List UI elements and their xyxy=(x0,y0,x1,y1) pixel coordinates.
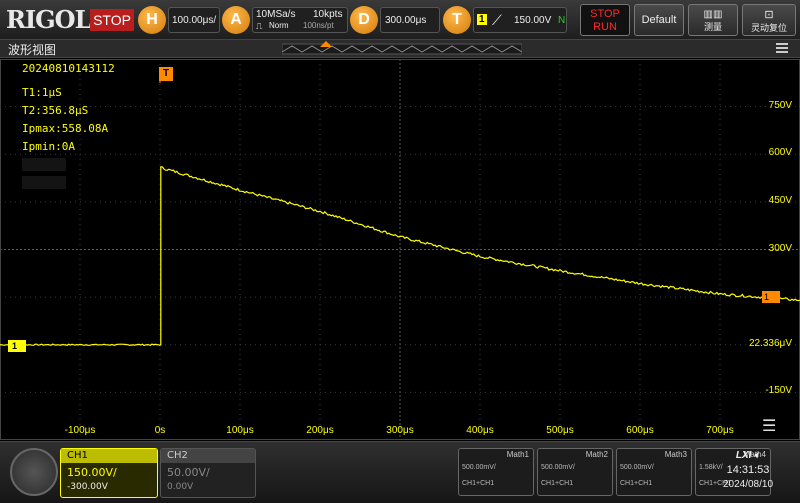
lxi-label: LXI xyxy=(735,450,752,461)
y-axis-label: 600V xyxy=(768,147,792,159)
annotation-timestamp: 20240810143112 xyxy=(22,62,115,75)
ch1-label: CH1 xyxy=(61,449,157,463)
x-axis-label: 600μs xyxy=(626,425,654,436)
x-axis-label: 300μs xyxy=(386,425,414,436)
rigol-logo: RIGOL xyxy=(6,5,91,34)
pulse-icon: ⎍ xyxy=(256,21,263,31)
clock-date: 2024/08/10 xyxy=(722,479,774,490)
x-axis-label: 200μs xyxy=(306,425,334,436)
autoset-button[interactable]: ⊡ 灵动复位 xyxy=(742,4,796,36)
math-scale: 500.00mV/ xyxy=(462,464,496,471)
trigger-key-button[interactable]: T xyxy=(443,6,471,34)
measure-button[interactable]: ▥▥ 测量 xyxy=(688,4,738,36)
navigation-gear-icon[interactable] xyxy=(10,448,58,496)
math-source: CH1+CH1 xyxy=(620,480,653,487)
ch2-settings-box[interactable]: CH2 50.00V/ 0.00V xyxy=(160,448,256,498)
x-axis-label: -100μs xyxy=(64,425,96,436)
ch1-offset: -300.00V xyxy=(67,482,108,492)
delay-value: 300.00μs xyxy=(385,15,427,26)
x-axis-label: 0s xyxy=(154,425,166,436)
math3-box[interactable]: Math3 500.00mV/CH1+CH1 xyxy=(616,448,692,496)
run-stop-line2: RUN xyxy=(593,21,617,33)
speaker-icon[interactable]: 🔈︎ xyxy=(754,450,760,461)
waveform-display[interactable]: 20240810143112 T1:1μS T2:356.8μS Ipmax:5… xyxy=(0,59,800,440)
y-axis-label: 450V xyxy=(768,194,792,206)
run-stop-button[interactable]: STOP RUN xyxy=(580,4,630,36)
measure-label: 测量 xyxy=(703,22,722,32)
annotation-blank-2 xyxy=(22,176,66,189)
clock-time: 14:31:53 xyxy=(726,464,770,476)
rising-edge-icon: ⟋ xyxy=(492,12,502,28)
acquire-mode: Norm xyxy=(269,21,289,30)
autoset-icon: ⊡ xyxy=(764,9,774,21)
math-source: CH1+CH1 xyxy=(462,480,495,487)
math-label: Math1 xyxy=(506,450,529,459)
collapse-menu-icon[interactable]: ☰ xyxy=(762,416,776,435)
waveform-window-titlebar: 波形视图 xyxy=(0,40,800,58)
math-scale: 500.00mV/ xyxy=(541,464,575,471)
acquisition-status-badge: STOP xyxy=(90,9,134,31)
annotation-t1: T1:1μS xyxy=(22,86,62,99)
ch2-label: CH2 xyxy=(161,449,255,463)
annotation-ipmin: Ipmin:0A xyxy=(22,140,75,153)
math-scale: 500.00mV/ xyxy=(620,464,654,471)
math-label: Math3 xyxy=(664,450,687,459)
trigger-position-marker[interactable]: T xyxy=(159,67,173,81)
memory-depth: 10kpts xyxy=(313,9,343,20)
x-axis-label: 400μs xyxy=(466,425,494,436)
acquire-key-button[interactable]: A xyxy=(222,6,250,34)
math-source: CH1+CH1 xyxy=(541,480,574,487)
default-button[interactable]: Default xyxy=(634,4,684,36)
annotation-t2: T2:356.8μS xyxy=(22,104,89,117)
window-menu-icon[interactable] xyxy=(776,43,788,53)
math2-box[interactable]: Math2 500.00mV/CH1+CH1 xyxy=(537,448,613,496)
ch1-offset-marker[interactable]: 1 xyxy=(8,340,26,352)
ch1-settings-box[interactable]: CH1 150.00V/ -300.00V xyxy=(60,448,158,498)
trigger-level-marker[interactable]: 1 xyxy=(762,291,780,303)
horizontal-scale-value: 100.00μs/ xyxy=(172,15,217,26)
ch2-scale: 50.00V/ xyxy=(167,466,210,479)
ruler-icon: ▥▥ xyxy=(703,9,723,20)
trigger-settings-field[interactable]: 1 ⟋ 150.00V N xyxy=(473,7,567,33)
delay-key-button[interactable]: D xyxy=(350,6,378,34)
annotation-blank-1 xyxy=(22,158,66,171)
y-axis-label: 300V xyxy=(768,242,792,254)
trigger-coupling: N xyxy=(558,15,566,26)
time-per-point: 100ns/pt xyxy=(303,21,334,30)
trigger-source-badge: 1 xyxy=(477,14,487,25)
math-label: Math2 xyxy=(585,450,608,459)
x-axis-label: 500μs xyxy=(546,425,574,436)
window-title: 波形视图 xyxy=(8,43,57,57)
trigger-level-value: 150.00V xyxy=(514,15,552,26)
y-axis-label: -150V xyxy=(765,385,792,397)
run-stop-line1: STOP xyxy=(590,8,620,20)
status-clock: LXI 🔈︎ 14:31:53 2024/08/10 xyxy=(706,448,790,498)
graticule-grid xyxy=(0,59,800,440)
acquire-settings-field[interactable]: 10MSa/s 10kpts ⎍ Norm 100ns/pt xyxy=(252,7,348,33)
y-axis-label: 750V xyxy=(768,99,792,111)
memory-overview-bar[interactable] xyxy=(282,40,522,58)
ch1-scale: 150.00V/ xyxy=(67,466,117,479)
waveform-canvas xyxy=(0,59,800,440)
delay-field[interactable]: 300.00μs xyxy=(380,7,440,33)
horizontal-key-button[interactable]: H xyxy=(138,6,166,34)
x-axis-label: 700μs xyxy=(706,425,734,436)
autoset-label: 灵动复位 xyxy=(750,23,787,33)
bottom-status-bar: CH1 150.00V/ -300.00V CH2 50.00V/ 0.00V … xyxy=(0,441,800,503)
ch2-offset: 0.00V xyxy=(167,482,194,492)
annotation-ipmax: Ipmax:558.08A xyxy=(22,122,109,135)
y-axis-label: 22.336μV xyxy=(748,337,792,349)
horizontal-scale-field[interactable]: 100.00μs/ xyxy=(168,7,220,33)
math1-box[interactable]: Math1 500.00mV/CH1+CH1 xyxy=(458,448,534,496)
top-toolbar: RIGOL STOP H 100.00μs/ A 10MSa/s 10kpts … xyxy=(0,0,800,40)
sample-rate: 10MSa/s xyxy=(256,9,296,20)
x-axis-label: 100μs xyxy=(226,425,254,436)
